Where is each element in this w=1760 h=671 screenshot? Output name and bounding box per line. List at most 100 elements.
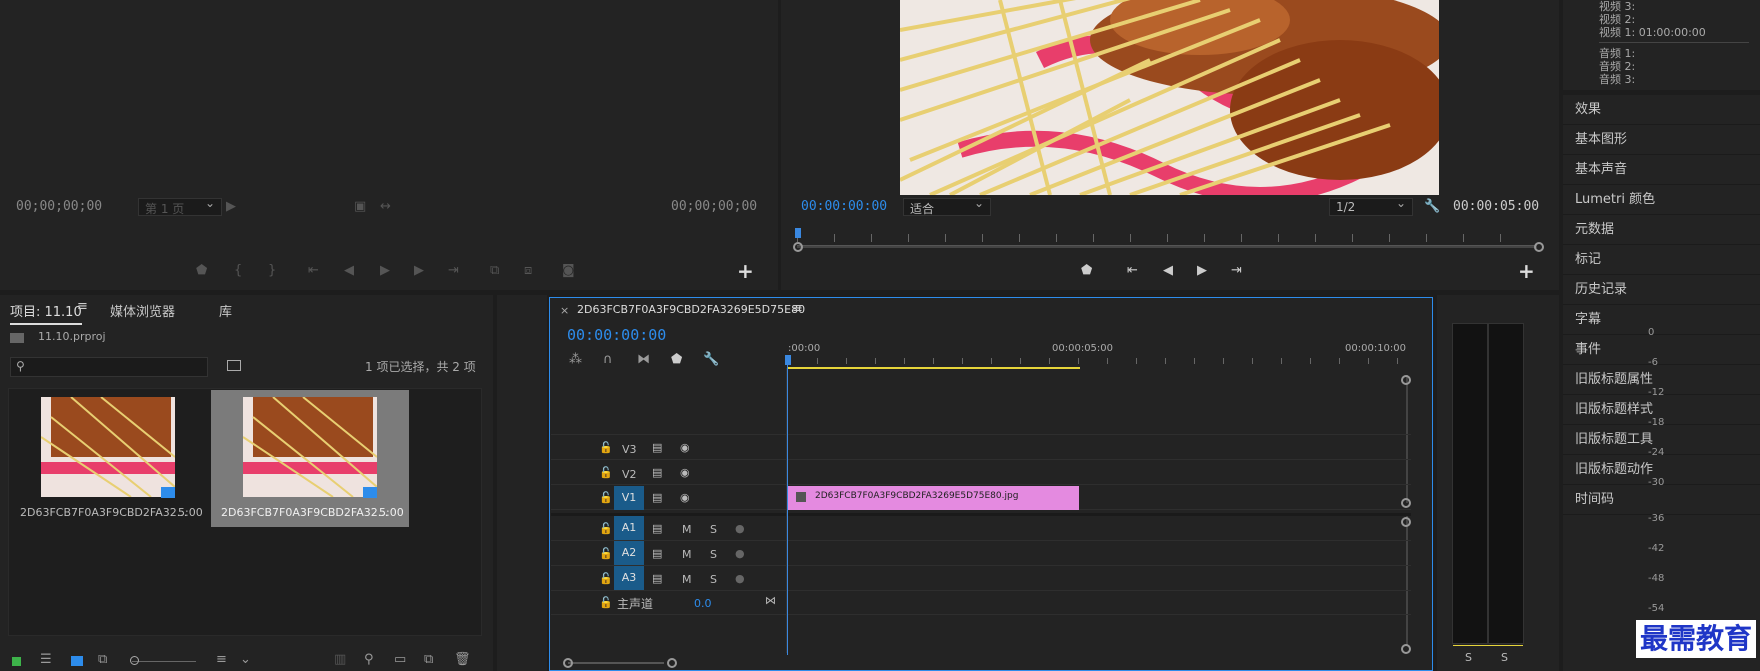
settings-wrench-icon[interactable]: 🔧 xyxy=(703,350,719,370)
solo-button[interactable]: S xyxy=(710,548,717,561)
list-view-icon[interactable]: ☰ xyxy=(40,650,52,670)
sidebar-item-events[interactable]: 事件 xyxy=(1563,335,1760,365)
program-timecode-current[interactable]: 00:00:00:00 xyxy=(801,199,887,214)
microphone-icon[interactable]: ● xyxy=(735,572,745,585)
go-to-in-icon[interactable]: ⇤ xyxy=(308,261,319,281)
track-lock-icon[interactable]: 🔓 xyxy=(599,491,613,504)
resolution-dropdown[interactable]: 1/2 xyxy=(1329,196,1413,216)
track-target-a1[interactable]: A1 xyxy=(614,516,644,540)
sidebar-item-captions[interactable]: 字幕 xyxy=(1563,305,1760,335)
snap-magnet-icon[interactable]: ∩ xyxy=(603,350,613,370)
tab-libraries[interactable]: 库 xyxy=(219,301,232,320)
go-to-in-icon[interactable]: ⇤ xyxy=(1127,261,1138,281)
marker-icon[interactable]: ⬟ xyxy=(196,261,207,281)
search-input[interactable]: ⚲ xyxy=(10,357,208,377)
find-icon[interactable]: ⚲ xyxy=(364,650,374,670)
hscroll-handle[interactable] xyxy=(667,658,677,668)
sidebar-item-timecode[interactable]: 时间码 xyxy=(1563,485,1760,515)
zoom-slider-handle[interactable] xyxy=(130,656,139,665)
mark-in-icon[interactable]: { xyxy=(234,261,242,281)
track-lock-icon[interactable]: 🔓 xyxy=(599,522,613,535)
microphone-icon[interactable]: ● xyxy=(735,547,745,560)
timeline-timecode[interactable]: 00:00:00:00 xyxy=(567,326,666,344)
project-item-selected[interactable]: 2D63FCB7F0A3F9CBD2FA32... 5:00 xyxy=(211,390,409,527)
lock-icon[interactable] xyxy=(12,657,21,666)
panel-menu-icon[interactable]: ≡ xyxy=(792,301,803,316)
source-page-dropdown[interactable]: 第 1 页 xyxy=(138,196,222,216)
wrench-icon[interactable]: 🔧 xyxy=(1424,197,1440,217)
source-timecode-left[interactable]: 00;00;00;00 xyxy=(16,199,102,214)
overwrite-icon[interactable]: ⧈ xyxy=(524,261,532,281)
insert-icon[interactable]: ⧉ xyxy=(490,261,499,281)
sequence-name[interactable]: 2D63FCB7F0A3F9CBD2FA3269E5D75E80 xyxy=(577,303,805,316)
step-forward-icon[interactable]: ▶ xyxy=(1197,261,1207,281)
work-area-bar[interactable] xyxy=(788,367,1080,369)
marker-link-icon[interactable]: ⬟ xyxy=(1081,261,1092,281)
eye-icon[interactable]: ◉ xyxy=(680,441,690,454)
track-lock-icon[interactable]: 🔓 xyxy=(599,572,613,585)
step-back-icon[interactable]: ◀ xyxy=(344,261,354,281)
sidebar-item-metadata[interactable]: 元数据 xyxy=(1563,215,1760,245)
zoom-slider[interactable] xyxy=(132,661,196,662)
project-item[interactable]: 2D63FCB7F0A3F9CBD2FA32... 5:00 xyxy=(10,390,208,527)
zoom-handle-right[interactable] xyxy=(1534,242,1544,252)
step-forward-icon[interactable]: ▶ xyxy=(414,261,424,281)
track-name[interactable]: V2 xyxy=(622,468,637,481)
solo-left-button[interactable]: S xyxy=(1465,651,1472,664)
track-lock-icon[interactable]: 🔓 xyxy=(599,441,613,454)
zoom-handle-left[interactable] xyxy=(793,242,803,252)
add-marker-icon[interactable]: ⬟ xyxy=(671,350,682,370)
sync-lock-icon[interactable]: ▤ xyxy=(652,522,662,535)
sidebar-item-effects[interactable]: 效果 xyxy=(1563,95,1760,125)
mark-out-icon[interactable]: } xyxy=(268,261,276,281)
hscroll-handle[interactable] xyxy=(563,658,573,668)
sidebar-item-history[interactable]: 历史记录 xyxy=(1563,275,1760,305)
sync-lock-icon[interactable]: ▤ xyxy=(652,491,662,504)
sort-icon[interactable]: ≡ xyxy=(216,650,227,670)
sidebar-item-essential-sound[interactable]: 基本声音 xyxy=(1563,155,1760,185)
go-to-next-icon[interactable]: ⋈ xyxy=(765,594,776,607)
trash-icon[interactable]: 🗑 xyxy=(454,650,471,670)
new-bin-bottom-icon[interactable]: ▭ xyxy=(394,650,406,670)
timeline-ruler[interactable]: :00:00 00:00:05:00 00:00:10:00 xyxy=(788,343,1421,367)
scroll-handle[interactable] xyxy=(1401,644,1411,654)
solo-button[interactable]: S xyxy=(710,573,717,586)
track-name[interactable]: V3 xyxy=(622,443,637,456)
linked-selection-icon[interactable]: ⧓ xyxy=(637,350,650,370)
mute-button[interactable]: M xyxy=(682,523,692,536)
new-bin-icon[interactable] xyxy=(227,360,241,371)
sidebar-item-markers[interactable]: 标记 xyxy=(1563,245,1760,275)
new-item-icon[interactable]: ⧉ xyxy=(424,650,433,670)
add-button[interactable]: + xyxy=(1518,259,1535,283)
scroll-handle[interactable] xyxy=(1401,375,1411,385)
freeform-view-icon[interactable]: ⧉ xyxy=(98,650,107,670)
mute-button[interactable]: M xyxy=(682,573,692,586)
tab-project[interactable]: 项目: 11.10 xyxy=(10,301,82,325)
track-lock-icon[interactable]: 🔓 xyxy=(599,466,613,479)
track-lock-icon[interactable]: 🔓 xyxy=(599,596,613,609)
icon-view-icon[interactable] xyxy=(71,656,83,666)
go-to-out-icon[interactable]: ⇥ xyxy=(1231,261,1242,281)
horizontal-scroll[interactable] xyxy=(568,662,664,664)
timeline-playhead-head[interactable] xyxy=(785,355,791,365)
go-to-out-icon[interactable]: ⇥ xyxy=(448,261,459,281)
mute-button[interactable]: M xyxy=(682,548,692,561)
add-button[interactable]: + xyxy=(737,259,754,283)
program-ruler[interactable] xyxy=(797,232,1537,246)
sidebar-item-lumetri-color[interactable]: Lumetri 颜色 xyxy=(1563,185,1760,215)
panel-menu-icon[interactable]: ≡ xyxy=(77,299,88,314)
sync-lock-icon[interactable]: ▤ xyxy=(652,547,662,560)
nest-icon[interactable]: ⁂ xyxy=(569,350,582,370)
track-target-a3[interactable]: A3 xyxy=(614,566,644,590)
close-icon[interactable]: × xyxy=(560,304,569,317)
timeline-clip[interactable]: 2D63FCB7F0A3F9CBD2FA3269E5D75E80.jpg xyxy=(787,486,1079,510)
timeline-playhead-line[interactable] xyxy=(787,365,788,655)
eye-icon[interactable]: ◉ xyxy=(680,466,690,479)
step-back-icon[interactable]: ◀ xyxy=(1163,261,1173,281)
sort-dropdown-icon[interactable]: ⌄ xyxy=(240,650,251,670)
solo-right-button[interactable]: S xyxy=(1501,651,1508,664)
sync-lock-icon[interactable]: ▤ xyxy=(652,441,662,454)
track-target-v1[interactable]: V1 xyxy=(614,486,644,510)
tab-media-browser[interactable]: 媒体浏览器 xyxy=(110,301,175,320)
sync-lock-icon[interactable]: ▤ xyxy=(652,466,662,479)
